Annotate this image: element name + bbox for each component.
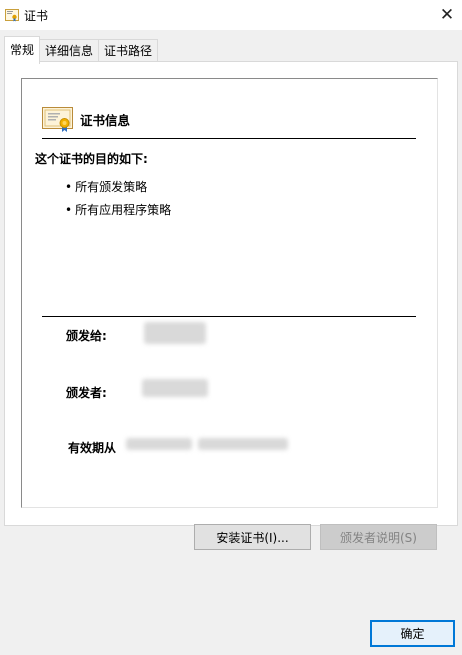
purpose-title: 这个证书的目的如下: [35,152,148,166]
valid-from-redacted [126,438,192,450]
issuer-statement-button[interactable]: 颁发者说明(S) [320,524,437,550]
general-tab-panel: 证书信息 这个证书的目的如下: 所有颁发策略 所有应用程序策略 颁发给: 颁发者… [4,61,458,526]
purpose-item: 所有应用程序策略 [65,201,171,218]
title-bar: 证书 ✕ [0,0,462,30]
certificate-window-icon [5,9,19,22]
issued-by-value-redacted [142,379,208,397]
install-certificate-button[interactable]: 安装证书(I)... [194,524,311,550]
window-title: 证书 [24,9,49,23]
close-button[interactable]: ✕ [432,0,462,30]
certificate-icon [42,107,73,132]
issued-to-label: 颁发给: [66,329,107,343]
divider-bottom [42,316,416,317]
close-icon: ✕ [439,5,455,25]
divider-top [42,138,416,139]
tab-general[interactable]: 常规 [4,36,41,64]
tab-certification-path[interactable]: 证书路径 [98,39,159,62]
tab-details[interactable]: 详细信息 [39,39,100,62]
certificate-info-box: 证书信息 这个证书的目的如下: 所有颁发策略 所有应用程序策略 颁发给: 颁发者… [21,78,438,508]
validity-label: 有效期从 [68,441,117,455]
issued-by-label: 颁发者: [66,386,107,400]
ok-button[interactable]: 确定 [370,620,455,647]
certificate-info-heading: 证书信息 [80,113,131,128]
tab-strip: 常规 详细信息 证书路径 [4,36,159,64]
purpose-item: 所有颁发策略 [65,178,147,195]
valid-to-redacted [198,438,288,450]
issued-to-value-redacted [144,322,206,344]
